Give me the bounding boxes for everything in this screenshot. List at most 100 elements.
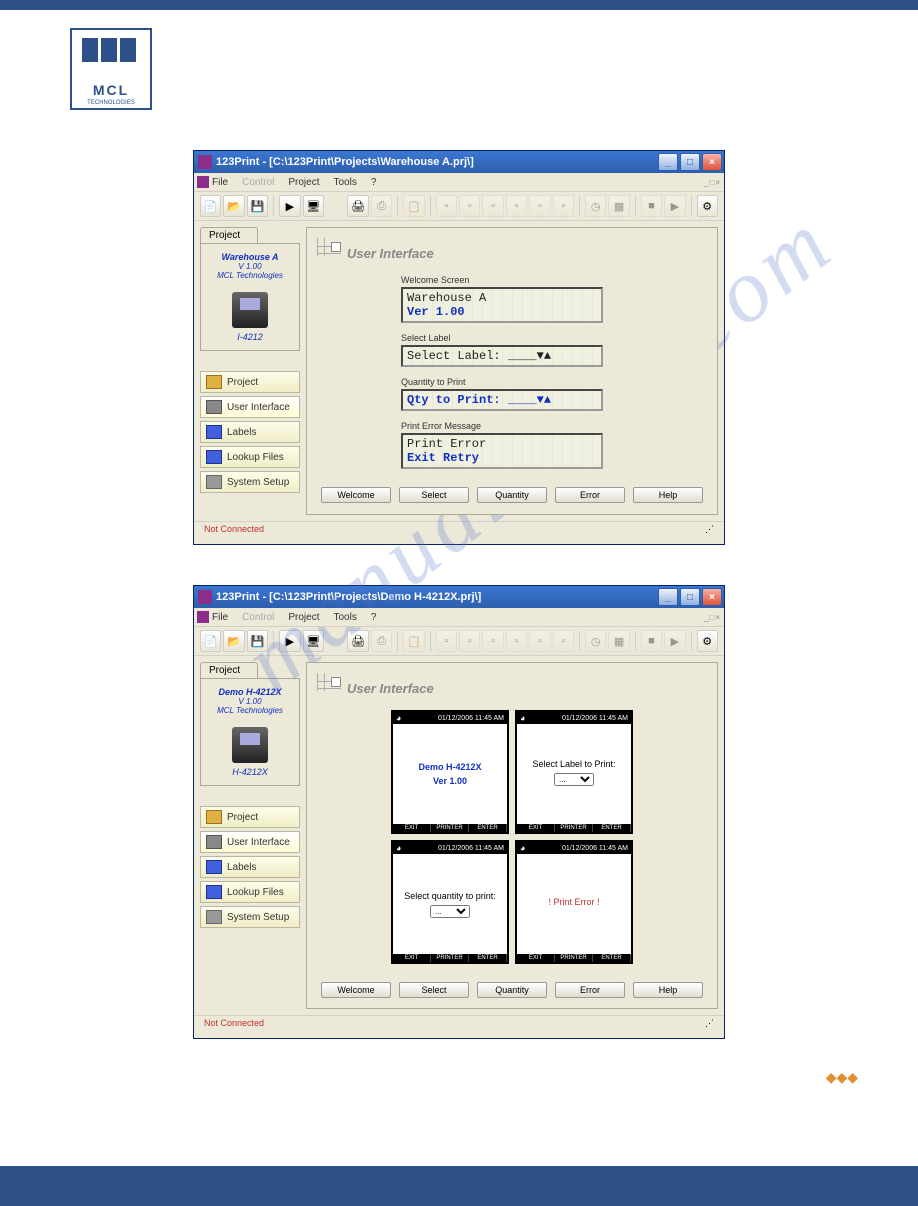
- sidebar: Project Demo H-4212X V 1.00 MCL Technolo…: [194, 656, 306, 1015]
- nav-user-interface[interactable]: User Interface: [200, 831, 300, 853]
- nav-lookup-files[interactable]: Lookup Files: [200, 446, 300, 468]
- nav-user-interface[interactable]: User Interface: [200, 396, 300, 418]
- gear-icon[interactable]: ⚙: [697, 195, 718, 217]
- nav-system-setup[interactable]: System Setup: [200, 471, 300, 493]
- nav-list: Project User Interface Labels Lookup Fil…: [200, 806, 300, 928]
- lcd-display[interactable]: Print Error Exit Retry: [401, 433, 603, 469]
- panel-footer-btn[interactable]: ENTER: [593, 954, 631, 962]
- btn-error[interactable]: Error: [555, 487, 625, 503]
- open-icon[interactable]: 📂: [223, 630, 244, 652]
- menu-item-file[interactable]: File: [212, 612, 228, 623]
- menu-bar: FileControlProjectTools? _□×: [194, 173, 724, 192]
- close-button[interactable]: ×: [702, 588, 722, 606]
- save-icon[interactable]: 💾: [247, 630, 268, 652]
- minimize-button[interactable]: _: [658, 588, 678, 606]
- print-icon[interactable]: 🖨: [347, 195, 368, 217]
- project-tab[interactable]: Project: [200, 227, 258, 243]
- btn-welcome[interactable]: Welcome: [321, 982, 391, 998]
- toolbar-icon: ▫: [436, 630, 457, 652]
- lcd-display[interactable]: Qty to Print: ____▼▲: [401, 389, 603, 411]
- nav-system-setup[interactable]: System Setup: [200, 906, 300, 928]
- panel-header: 01/12/2006 11:45 AM: [517, 712, 631, 724]
- btn-helpf1[interactable]: Help: [633, 982, 703, 998]
- run-icon[interactable]: ▶: [279, 630, 300, 652]
- panel-footer-btn[interactable]: PRINTER: [555, 954, 593, 962]
- lcd-display[interactable]: Warehouse A Ver 1.00: [401, 287, 603, 323]
- panel-footer-btn[interactable]: PRINTER: [431, 824, 469, 832]
- menu-item-project[interactable]: Project: [288, 177, 319, 188]
- lcd-line1: Warehouse A: [407, 291, 597, 305]
- nav-labels[interactable]: Labels: [200, 856, 300, 878]
- preview-panel[interactable]: 01/12/2006 11:45 AM ! Print Error ! EXIT…: [515, 840, 633, 964]
- device-icon[interactable]: 🖥: [303, 195, 324, 217]
- panel-text: Select Label to Print:: [532, 759, 615, 769]
- new-icon[interactable]: 📄: [200, 630, 221, 652]
- maximize-button[interactable]: □: [680, 588, 700, 606]
- panel-footer-btn[interactable]: ENTER: [469, 954, 507, 962]
- menu-item-tools[interactable]: Tools: [334, 612, 357, 623]
- open-icon[interactable]: 📂: [223, 195, 244, 217]
- btn-helpf1[interactable]: Help: [633, 487, 703, 503]
- panel-footer-btn[interactable]: ENTER: [469, 824, 507, 832]
- maximize-button[interactable]: □: [680, 153, 700, 171]
- panel-select[interactable]: ...: [430, 905, 470, 918]
- run-icon[interactable]: ▶: [279, 195, 300, 217]
- panel-footer-btn[interactable]: ENTER: [593, 824, 631, 832]
- panel-footer-btn[interactable]: EXIT: [517, 824, 555, 832]
- btn-welcome[interactable]: Welcome: [321, 487, 391, 503]
- menu-item-project[interactable]: Project: [288, 612, 319, 623]
- gear-icon[interactable]: ⚙: [697, 630, 718, 652]
- btn-quantity[interactable]: Quantity: [477, 487, 547, 503]
- resize-grip-icon[interactable]: ⋰: [705, 1018, 714, 1036]
- preview-panel[interactable]: 01/12/2006 11:45 AM Select quantity to p…: [391, 840, 509, 964]
- title-bar[interactable]: 123Print - [C:\123Print\Projects\Warehou…: [194, 151, 724, 173]
- save-icon[interactable]: 💾: [247, 195, 268, 217]
- panel-footer-btn[interactable]: EXIT: [393, 954, 431, 962]
- project-tab[interactable]: Project: [200, 662, 258, 678]
- nav-icon: [206, 835, 222, 849]
- nav-project[interactable]: Project: [200, 806, 300, 828]
- device-icon[interactable]: 🖥: [303, 630, 324, 652]
- window-title: 123Print - [C:\123Print\Projects\Demo H-…: [216, 591, 658, 603]
- lcd-display[interactable]: Select Label: ____▼▲: [401, 345, 603, 367]
- nav-icon: [206, 425, 222, 439]
- btn-quantity[interactable]: Quantity: [477, 982, 547, 998]
- ruler-marker[interactable]: [331, 242, 341, 252]
- nav-labels[interactable]: Labels: [200, 421, 300, 443]
- resize-grip-icon[interactable]: ⋰: [705, 524, 714, 542]
- nav-project[interactable]: Project: [200, 371, 300, 393]
- panel-footer-btn[interactable]: EXIT: [393, 824, 431, 832]
- panel-text: Demo H-4212X: [418, 762, 481, 772]
- menu-item-file[interactable]: File: [212, 177, 228, 188]
- mdi-controls[interactable]: _□×: [704, 613, 720, 622]
- mdi-controls[interactable]: _□×: [704, 178, 720, 187]
- mdi-app-icon[interactable]: [197, 176, 209, 188]
- nav-lookup-files[interactable]: Lookup Files: [200, 881, 300, 903]
- panel-footer-btn[interactable]: EXIT: [517, 954, 555, 962]
- minimize-button[interactable]: _: [658, 153, 678, 171]
- close-button[interactable]: ×: [702, 153, 722, 171]
- menu-item-?[interactable]: ?: [371, 612, 377, 623]
- btn-select[interactable]: Select: [399, 982, 469, 998]
- preview-panel[interactable]: 01/12/2006 11:45 AM Demo H-4212XVer 1.00…: [391, 710, 509, 834]
- print-icon[interactable]: 🖨: [347, 630, 368, 652]
- ruler-marker[interactable]: [331, 677, 341, 687]
- panel-footer-btn[interactable]: PRINTER: [555, 824, 593, 832]
- project-version: V 1.00: [205, 697, 295, 706]
- menu-item-tools[interactable]: Tools: [334, 177, 357, 188]
- panel-footer-btn[interactable]: PRINTER: [431, 954, 469, 962]
- panel-select[interactable]: ...: [554, 773, 594, 786]
- menu-item-?[interactable]: ?: [371, 177, 377, 188]
- title-bar[interactable]: 123Print - [C:\123Print\Projects\Demo H-…: [194, 586, 724, 608]
- mdi-app-icon[interactable]: [197, 611, 209, 623]
- btn-select[interactable]: Select: [399, 487, 469, 503]
- btn-error[interactable]: Error: [555, 982, 625, 998]
- nav-icon: [206, 475, 222, 489]
- play-icon: ▶: [664, 630, 685, 652]
- nav-icon: [206, 810, 222, 824]
- printer-model: H-4212X: [205, 767, 295, 777]
- nav-list: Project User Interface Labels Lookup Fil…: [200, 371, 300, 493]
- new-icon[interactable]: 📄: [200, 195, 221, 217]
- preview-panel[interactable]: 01/12/2006 11:45 AM Select Label to Prin…: [515, 710, 633, 834]
- field-group: Welcome Screen Warehouse A Ver 1.00: [401, 275, 703, 323]
